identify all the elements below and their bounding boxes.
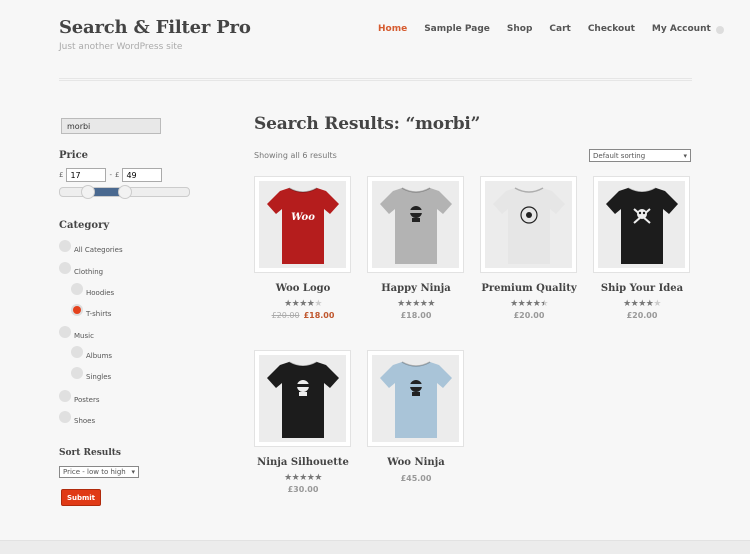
current-price: £18.00 [303, 311, 335, 320]
nav-item-shop[interactable]: Shop [507, 24, 533, 34]
price-slider-min-handle[interactable] [81, 185, 95, 199]
category-label: Posters [74, 396, 100, 404]
price-slider-max-handle[interactable] [118, 185, 132, 199]
category-option-all-categories[interactable]: All Categories [59, 240, 123, 256]
radio-button[interactable] [59, 411, 71, 423]
site-tagline: Just another WordPress site [59, 42, 183, 52]
product-price: £20.00 £18.00 [254, 311, 352, 320]
price-max-input[interactable] [122, 168, 163, 182]
page-title: Search Results: “morbi” [254, 114, 481, 134]
category-label: Hoodies [86, 289, 115, 297]
product-price: £45.00 [367, 474, 465, 483]
nav-item-home[interactable]: Home [378, 24, 407, 34]
category-label: T-shirts [86, 310, 112, 318]
category-label: Albums [86, 352, 113, 360]
current-price: £45.00 [400, 474, 432, 483]
header-divider [59, 78, 692, 81]
price-slider[interactable] [59, 185, 190, 199]
product-card[interactable]: Ninja Silhouette ★★★★★ £30.00 [254, 350, 352, 494]
product-image[interactable]: Woo [254, 176, 351, 273]
product-image[interactable] [480, 176, 577, 273]
category-option-clothing[interactable]: Clothing [59, 262, 104, 278]
product-name[interactable]: Premium Quality [480, 283, 578, 294]
current-price: £30.00 [287, 485, 319, 494]
nav-item-my-account[interactable]: My Account [652, 24, 711, 34]
category-label: Singles [86, 373, 112, 381]
nav-item-checkout[interactable]: Checkout [588, 24, 635, 34]
product-price: £20.00 [593, 311, 691, 320]
currency-symbol-max: £ [115, 171, 120, 179]
main-nav: Home Sample Page Shop Cart Checkout My A… [378, 24, 724, 34]
category-option-shoes[interactable]: Shoes [59, 411, 96, 427]
dropdown-arrow-icon: ▾ [131, 468, 135, 476]
product-price: £30.00 [254, 485, 352, 494]
category-option-music[interactable]: Music [59, 326, 94, 342]
price-min-input[interactable] [66, 168, 107, 182]
radio-button[interactable] [59, 326, 71, 338]
product-image[interactable] [367, 350, 464, 447]
price-heading: Price [59, 150, 89, 161]
old-price: £20.00 [271, 311, 300, 320]
category-heading: Category [59, 220, 110, 231]
orderby-select-value: Default sorting [593, 151, 646, 160]
category-option-t-shirts[interactable]: T-shirts [71, 304, 112, 320]
category-option-hoodies[interactable]: Hoodies [71, 283, 115, 299]
category-label: Shoes [74, 417, 96, 425]
category-option-albums[interactable]: Albums [71, 346, 113, 362]
category-option-posters[interactable]: Posters [59, 390, 100, 406]
product-name[interactable]: Ship Your Idea [593, 283, 691, 294]
product-card[interactable]: Happy Ninja ★★★★★ £18.00 [367, 176, 465, 320]
footer-strip [0, 540, 750, 554]
account-indicator-icon [715, 26, 724, 34]
product-card[interactable]: Woo Ninja £45.00 [367, 350, 465, 483]
star-rating: ★★★★★ [623, 299, 661, 309]
product-price: £18.00 [367, 311, 465, 320]
radio-button[interactable] [71, 346, 83, 358]
orderby-select[interactable]: Default sorting ▾ [589, 149, 691, 162]
product-card[interactable]: Woo Woo Logo ★★★★★ £20.00 £18.00 [254, 176, 352, 320]
current-price: £20.00 [626, 311, 658, 320]
search-input[interactable]: morbi [61, 118, 161, 134]
radio-button[interactable] [71, 283, 83, 295]
results-count: Showing all 6 results [254, 151, 337, 160]
sort-select-value: Price - low to high [63, 468, 126, 476]
category-label: Music [74, 332, 94, 340]
radio-button[interactable] [59, 390, 71, 402]
star-rating: ★★★★★ [284, 473, 322, 483]
price-separator: - [109, 171, 112, 179]
product-card[interactable]: Ship Your Idea ★★★★★ £20.00 [593, 176, 691, 320]
sort-select[interactable]: Price - low to high ▾ [59, 466, 139, 478]
product-image[interactable] [367, 176, 464, 273]
star-rating: ★★★★★ [397, 299, 435, 309]
product-name[interactable]: Woo Ninja [367, 457, 465, 468]
radio-button[interactable] [71, 304, 83, 316]
product-card[interactable]: Premium Quality ★★★★★ £20.00 [480, 176, 578, 320]
svg-text:Woo: Woo [291, 212, 315, 223]
radio-button[interactable] [59, 262, 71, 274]
category-option-singles[interactable]: Singles [71, 367, 112, 383]
star-rating: ★★★★★ [284, 299, 322, 309]
product-name[interactable]: Ninja Silhouette [254, 457, 352, 468]
product-name[interactable]: Happy Ninja [367, 283, 465, 294]
currency-symbol-min: £ [59, 171, 64, 179]
submit-button[interactable]: Submit [61, 489, 101, 506]
star-rating: ★★★★★ [510, 299, 548, 309]
site-title[interactable]: Search & Filter Pro [59, 17, 251, 38]
product-price: £20.00 [480, 311, 578, 320]
nav-item-sample-page[interactable]: Sample Page [424, 24, 490, 34]
current-price: £20.00 [513, 311, 545, 320]
dropdown-arrow-icon: ▾ [683, 151, 687, 160]
price-range-inputs: £ - £ [59, 168, 165, 182]
product-image[interactable] [593, 176, 690, 273]
product-name[interactable]: Woo Logo [254, 283, 352, 294]
sort-heading: Sort Results [59, 448, 121, 458]
category-label: All Categories [74, 246, 123, 254]
nav-item-cart[interactable]: Cart [549, 24, 570, 34]
product-image[interactable] [254, 350, 351, 447]
category-label: Clothing [74, 268, 104, 276]
current-price: £18.00 [400, 311, 432, 320]
radio-button[interactable] [59, 240, 71, 252]
radio-button[interactable] [71, 367, 83, 379]
